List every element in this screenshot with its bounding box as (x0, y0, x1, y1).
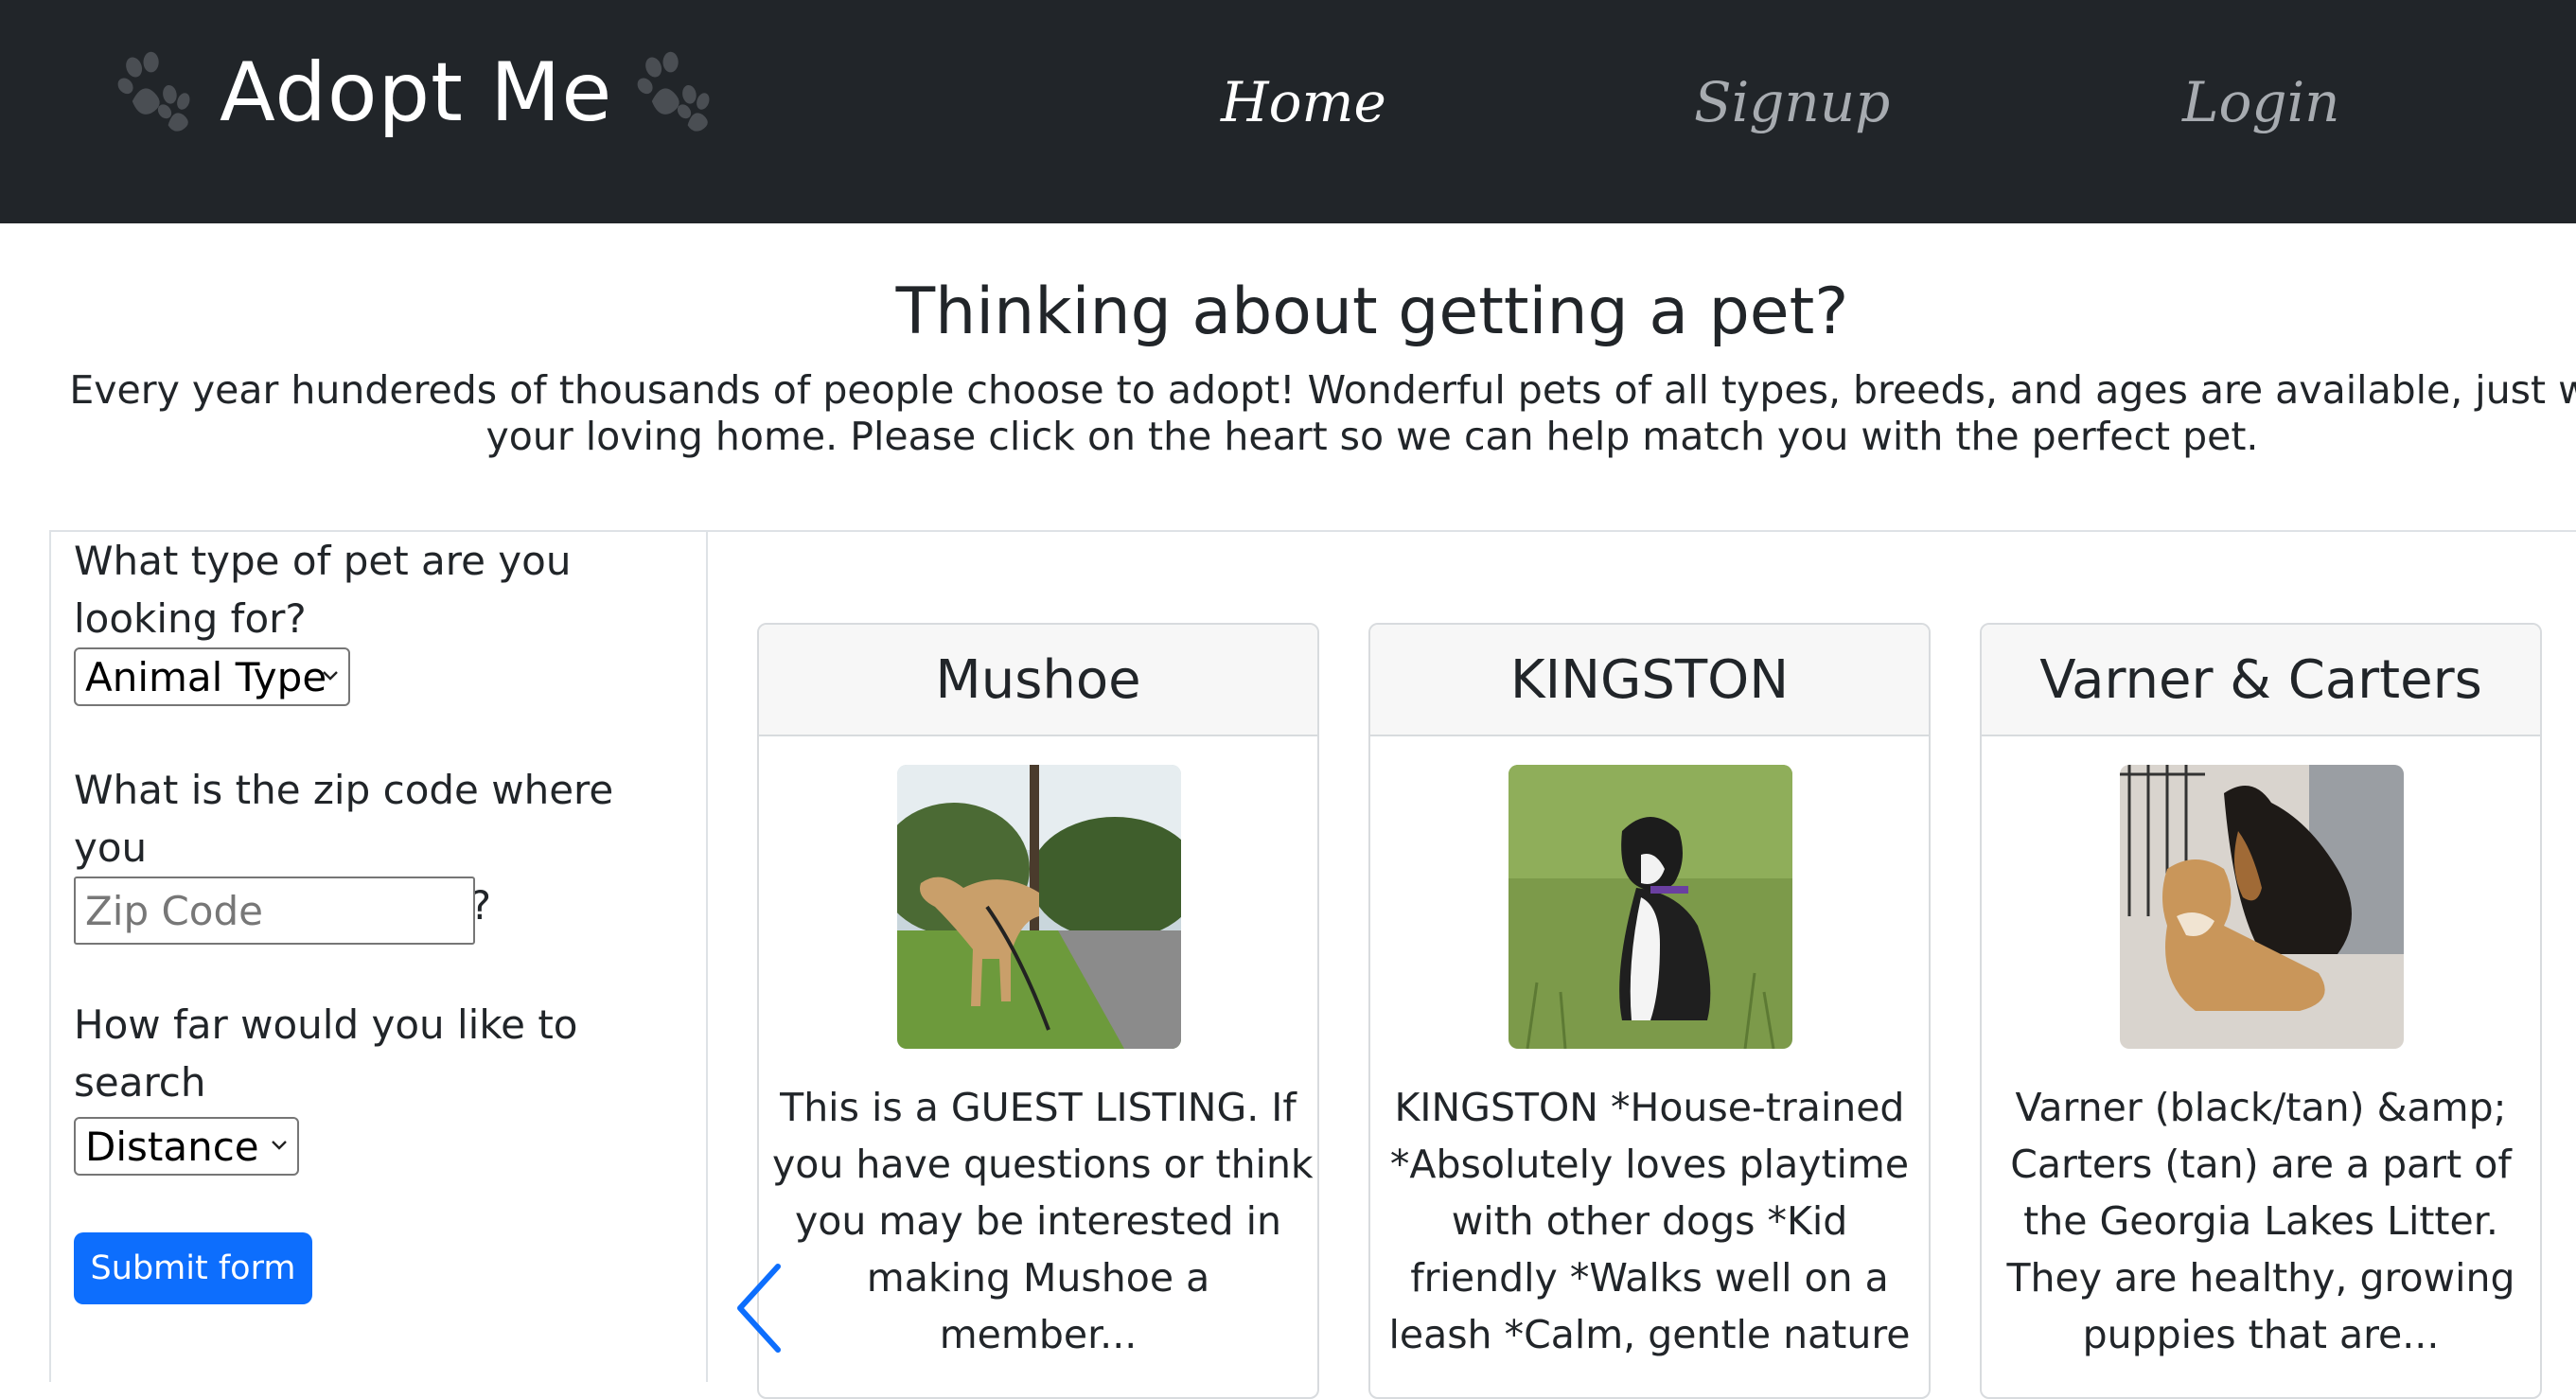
nav-link-login[interactable]: Login (2182, 70, 2339, 134)
pet-card-description: This is a GUEST LISTING. If you have que… (772, 1079, 1314, 1363)
chevron-down-icon (272, 1141, 287, 1150)
pet-description-line: They are healthy, growing (2006, 1255, 2515, 1301)
submit-form-button[interactable]: Submit form (74, 1232, 312, 1304)
pet-photo-image (2120, 765, 2404, 1049)
chevron-down-icon (323, 671, 338, 681)
pet-description-line: you have questions or think (772, 1142, 1314, 1187)
pet-description-line: friendly *Walks well on a (1410, 1255, 1889, 1301)
pet-card-name[interactable]: KINGSTON (1370, 625, 1929, 736)
zip-question-line: What is the zip code where you (74, 767, 614, 871)
pet-description-line: you may be interested in (795, 1198, 1281, 1244)
zip-code-input[interactable] (74, 877, 475, 945)
pet-photo[interactable] (1509, 765, 1792, 1049)
distance-select-value: Distance (85, 1123, 259, 1170)
distance-select[interactable]: Distance (74, 1117, 299, 1176)
pet-card[interactable]: Varner & Carters Varner (black/tan) &amp… (1980, 623, 2542, 1399)
brand-title[interactable]: Adopt Me (220, 45, 612, 140)
hero-title: Thinking about getting a pet? (895, 274, 1849, 349)
pet-photo-image (1509, 765, 1792, 1049)
pet-type-question-line: looking for? (74, 595, 307, 642)
hero-text: Every year hundereds of thousands of peo… (0, 367, 2576, 460)
pet-card-description: Varner (black/tan) &amp; Carters (tan) a… (1995, 1079, 2527, 1363)
nav-link-signup[interactable]: Signup (1694, 70, 1890, 134)
pet-card-name[interactable]: Varner & Carters (1982, 625, 2540, 736)
search-form: What type of pet are you looking for? An… (49, 530, 708, 1382)
paw-print-right-icon (637, 51, 710, 132)
pet-photo[interactable] (897, 765, 1181, 1049)
pet-description-line: Carters (tan) are a part of (2010, 1142, 2512, 1187)
animal-type-select-value: Animal Type (85, 653, 327, 700)
navbar: Adopt Me Home Signup Login (0, 0, 2576, 223)
pet-card-description: KINGSTON *House-trained *Absolutely love… (1384, 1079, 1915, 1363)
pet-description-line: KINGSTON *House-trained (1394, 1085, 1905, 1130)
pet-type-question: What type of pet are you looking for? (74, 532, 698, 647)
nav-link-home[interactable]: Home (1221, 70, 1386, 134)
hero-line: your loving home. Please click on the he… (485, 414, 2259, 459)
pet-description-line: puppies that are... (2082, 1312, 2440, 1357)
pet-description-line: with other dogs *Kid (1451, 1198, 1848, 1244)
brand[interactable]: Adopt Me (114, 36, 718, 150)
pet-description-line: This is a GUEST LISTING. If (780, 1085, 1297, 1130)
pet-card-name[interactable]: Mushoe (759, 625, 1317, 736)
pet-description-line: making Mushoe a (866, 1255, 1210, 1301)
pet-description-line: Varner (black/tan) &amp; (2015, 1085, 2507, 1130)
paw-print-left-icon (117, 51, 190, 132)
chevron-left-icon[interactable] (731, 1261, 787, 1355)
pet-card[interactable]: Mushoe This is a GUEST LISTING. If you h… (757, 623, 1319, 1399)
animal-type-select[interactable]: Animal Type (74, 647, 350, 706)
pet-type-question-line: What type of pet are you (74, 538, 572, 584)
pet-description-line: *Absolutely loves playtime (1389, 1142, 1910, 1187)
pet-description-line: member... (939, 1312, 1138, 1357)
pet-description-line: the Georgia Lakes Litter. (2023, 1198, 2498, 1244)
pet-photo-image (897, 765, 1181, 1049)
distance-question-line: How far would you like to search (74, 1001, 578, 1106)
hero-line: Every year hundereds of thousands of peo… (69, 367, 2576, 413)
pet-photo[interactable] (2120, 765, 2404, 1049)
pet-card[interactable]: KINGSTON KINGSTON *House-trained *Absolu… (1368, 623, 1931, 1399)
pet-description-line: leash *Calm, gentle nature (1388, 1312, 1911, 1357)
